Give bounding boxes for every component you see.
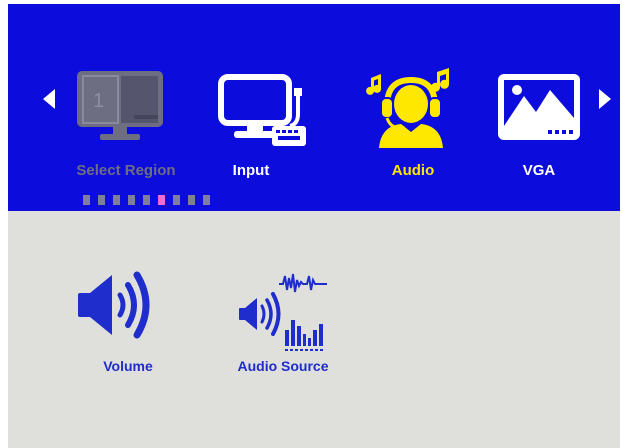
tab-label-select-region[interactable]: Select Region — [76, 162, 175, 179]
page-dot — [83, 195, 90, 205]
volume-label[interactable]: Volume — [103, 358, 153, 374]
tab-label-vga[interactable]: VGA — [523, 162, 556, 179]
tab-label-input[interactable]: Input — [233, 162, 270, 179]
menu-header: 1 Select Region Input Audio VGA — [8, 4, 620, 211]
tab-label-audio[interactable]: Audio — [392, 162, 435, 179]
page-dot — [128, 195, 135, 205]
vga-picture-icon[interactable] — [496, 72, 582, 147]
next-arrow-icon[interactable] — [599, 89, 611, 109]
audio-source-label[interactable]: Audio Source — [237, 358, 328, 374]
page-dot — [173, 195, 180, 205]
page-dot-active — [158, 195, 165, 205]
headphones-user-icon[interactable] — [365, 66, 457, 153]
page-dot — [143, 195, 150, 205]
page-dot — [98, 195, 105, 205]
prev-arrow-icon[interactable] — [43, 89, 55, 109]
osd-menu: 1 Select Region Input Audio VGA Volume A… — [8, 4, 620, 448]
region-number: 1 — [93, 90, 104, 112]
monitor-split-icon: 1 — [76, 70, 164, 147]
audio-source-icon — [233, 270, 333, 359]
page-dot — [203, 195, 210, 205]
page-dot — [113, 195, 120, 205]
computer-input-icon[interactable] — [218, 74, 310, 155]
speaker-volume-icon — [78, 269, 168, 346]
page-dot — [188, 195, 195, 205]
